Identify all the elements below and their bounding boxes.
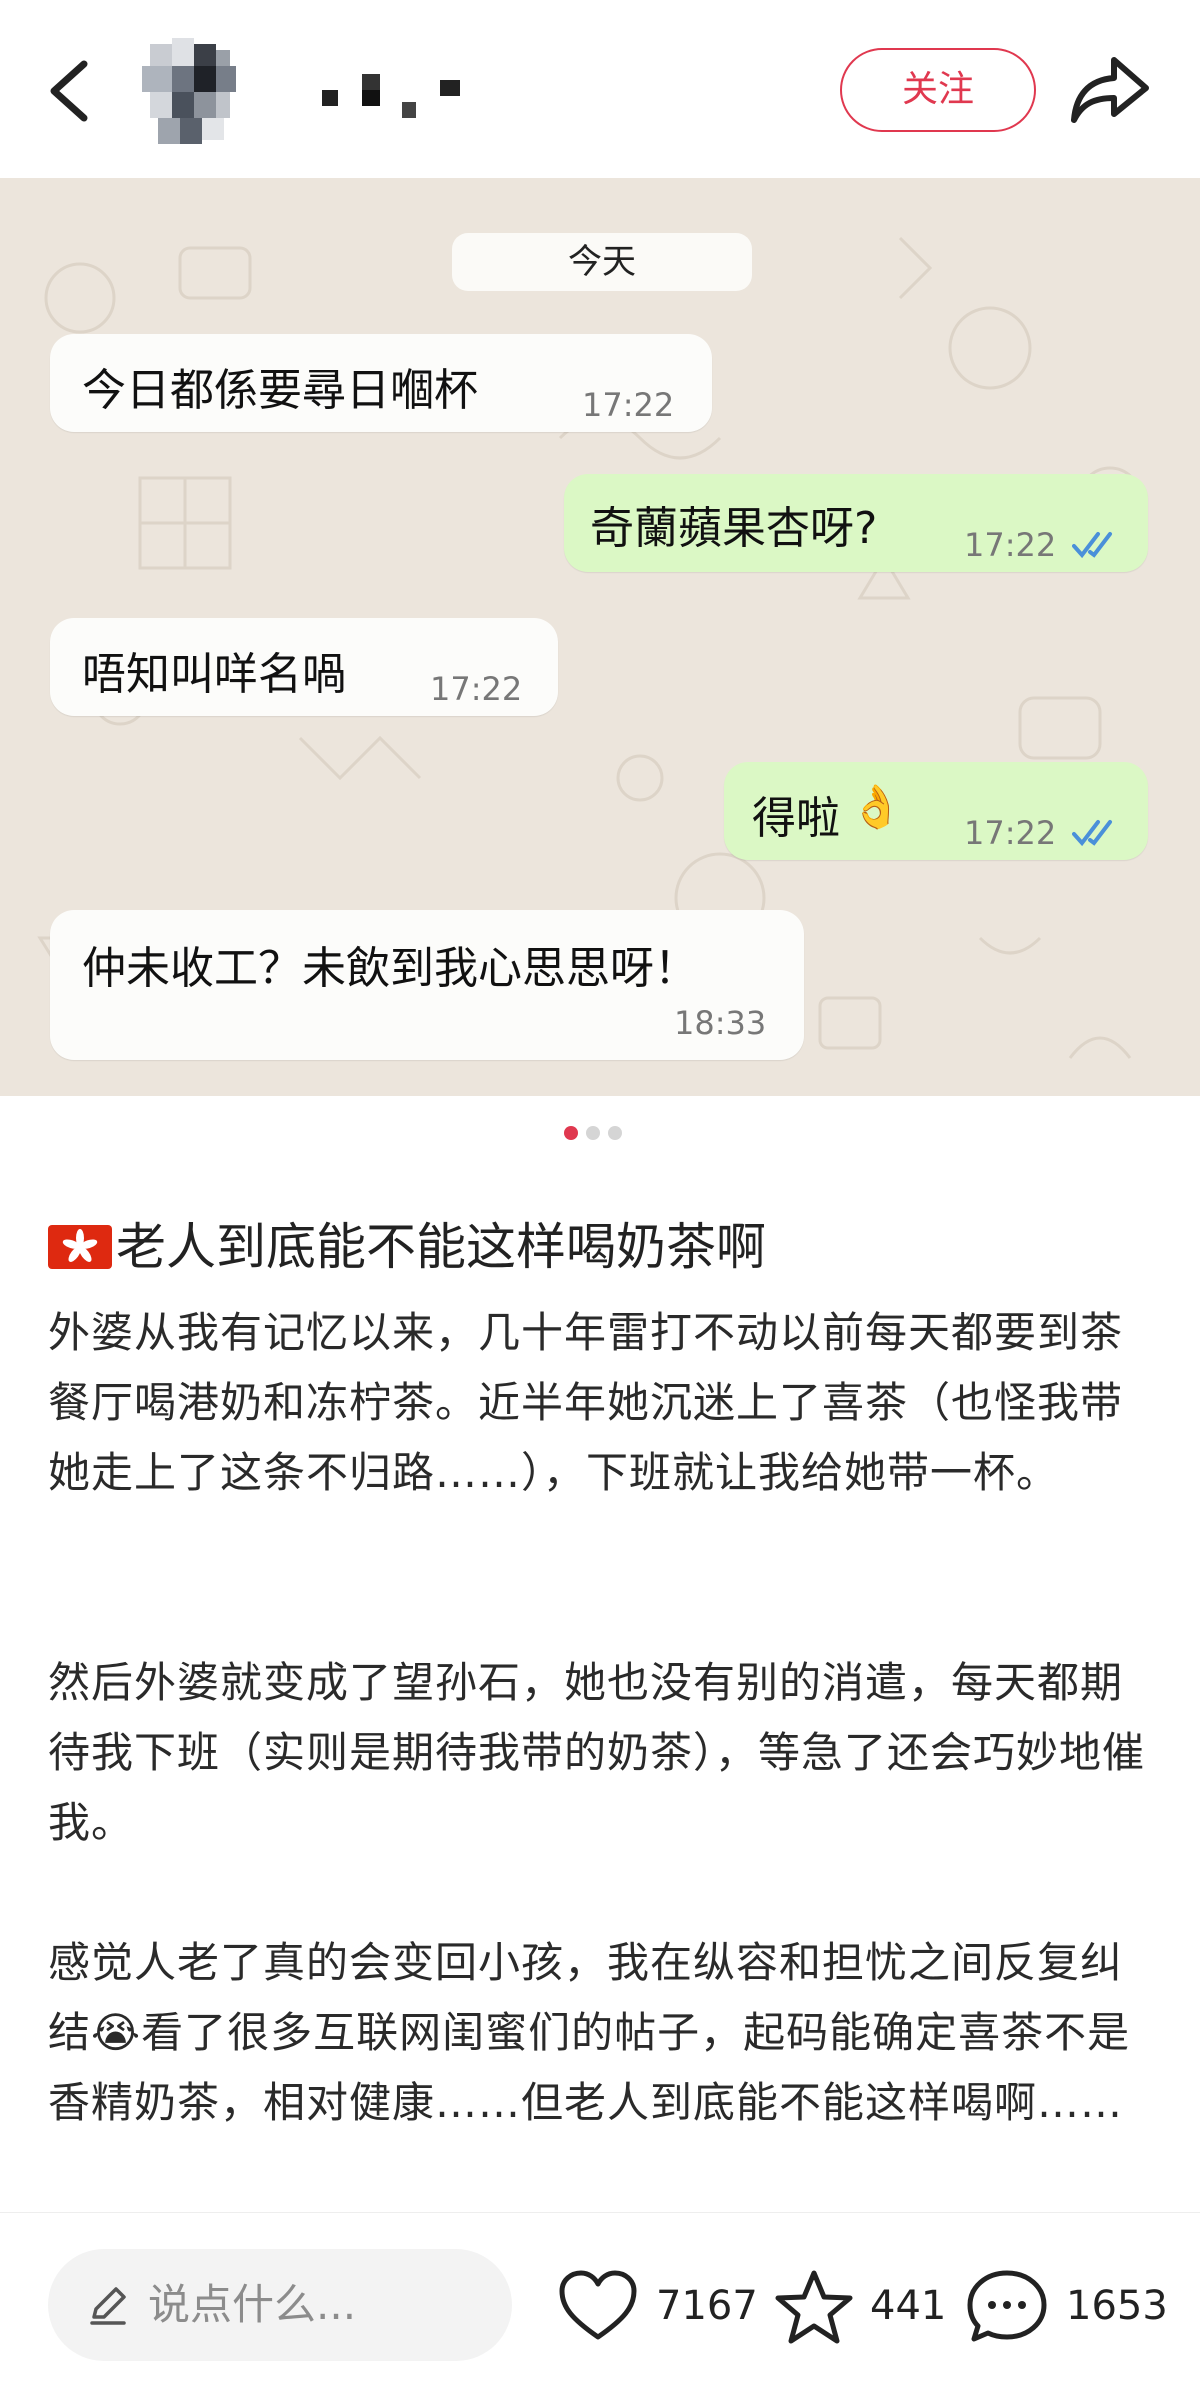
comment-button[interactable]: 1653 — [966, 2263, 1168, 2349]
message-text: 得啦 — [752, 793, 840, 844]
chevron-left-icon — [50, 60, 88, 122]
message-time: 17:22 — [430, 670, 523, 708]
message-text: 奇蘭蘋果杏呀? — [590, 503, 878, 554]
chat-screenshot-image[interactable]: 今天 今日都係要尋日嗰杯 17:22 奇蘭蘋果杏呀? 17:22 唔知叫咩名喎 … — [0, 178, 1200, 1096]
post-header: 关注 — [0, 0, 1200, 178]
double-check-icon — [1072, 820, 1112, 847]
author-name-pixelated[interactable] — [318, 66, 468, 126]
pencil-icon — [90, 2287, 126, 2325]
follow-button[interactable]: 关注 — [840, 48, 1036, 132]
date-separator: 今天 — [452, 233, 752, 291]
incoming-message[interactable]: 唔知叫咩名喎 17:22 — [50, 618, 558, 716]
favorite-button[interactable]: 441 — [774, 2263, 946, 2349]
post-paragraph: 外婆从我有记忆以来，几十年雷打不动以前每天都要到茶餐厅喝港奶和冻柠茶。近半年她沉… — [48, 1308, 1124, 1497]
avatar-pixelated-image — [142, 38, 236, 144]
share-arrow-icon — [1071, 57, 1149, 123]
like-count: 7167 — [656, 2283, 758, 2329]
share-button[interactable] — [1068, 52, 1152, 128]
heart-icon — [559, 2270, 637, 2340]
post-title: 老人到底能不能这样喝奶茶啊 — [48, 1210, 766, 1284]
incoming-message[interactable]: 今日都係要尋日嗰杯 17:22 — [50, 334, 712, 432]
outgoing-message[interactable]: 得啦 👌 17:22 — [724, 762, 1148, 860]
outgoing-message[interactable]: 奇蘭蘋果杏呀? 17:22 — [564, 474, 1148, 572]
incoming-message[interactable]: 仲未收工？未飲到我心思思呀！ 18:33 — [50, 910, 804, 1060]
author-avatar[interactable] — [132, 34, 248, 150]
favorite-count: 441 — [870, 2283, 947, 2329]
back-button[interactable] — [38, 56, 108, 126]
comment-placeholder: 说点什么... — [148, 2280, 357, 2329]
message-time: 17:22 — [964, 526, 1057, 564]
message-text: 唔知叫咩名喎 — [82, 649, 346, 700]
comment-input[interactable]: 说点什么... — [48, 2249, 512, 2361]
post-title-text: 老人到底能不能这样喝奶茶啊 — [116, 1218, 766, 1276]
double-check-icon — [1072, 532, 1112, 559]
bottom-action-bar: 说点什么... 7167 441 1653 — [0, 2212, 1200, 2387]
ok-hand-emoji: 👌 — [850, 782, 903, 831]
star-icon — [775, 2270, 853, 2344]
like-button[interactable]: 7167 — [558, 2263, 758, 2349]
carousel-dot-active[interactable] — [564, 1126, 578, 1140]
carousel-dot[interactable] — [586, 1126, 600, 1140]
hong-kong-flag-icon — [48, 1224, 112, 1269]
chat-bubble-icon — [967, 2270, 1047, 2342]
pixelated-name-image — [322, 74, 460, 118]
carousel-dot[interactable] — [608, 1126, 622, 1140]
message-text: 今日都係要尋日嗰杯 — [82, 365, 478, 416]
post-paragraph: 感觉人老了真的会变回小孩，我在纵容和担忧之间反复纠结😭看了很多互联网闺蜜们的帖子… — [48, 1938, 1131, 2127]
message-time: 17:22 — [964, 814, 1057, 852]
message-time: 17:22 — [582, 386, 675, 424]
message-time: 18:33 — [674, 1004, 767, 1042]
comment-count: 1653 — [1066, 2283, 1168, 2329]
post-paragraph: 然后外婆就变成了望孙石，她也没有别的消遣，每天都期待我下班（实则是期待我带的奶茶… — [48, 1658, 1146, 1847]
message-text: 仲未收工？未飲到我心思思呀！ — [82, 943, 698, 994]
